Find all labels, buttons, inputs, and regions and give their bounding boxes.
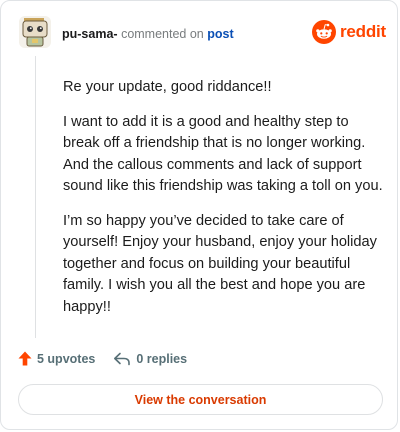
reddit-logo[interactable]: reddit bbox=[312, 20, 386, 44]
comment-body: Re your update, good riddance!! I want t… bbox=[63, 77, 385, 331]
reply-arrow-icon bbox=[114, 352, 131, 365]
post-link[interactable]: post bbox=[207, 27, 233, 41]
replies-count: 0 replies bbox=[136, 351, 188, 366]
reddit-wordmark: reddit bbox=[340, 22, 387, 41]
comment-header: pu-sama- commented on post bbox=[62, 27, 234, 41]
upvote-arrow-icon bbox=[18, 351, 32, 366]
replies-button[interactable]: 0 replies bbox=[113, 352, 187, 366]
snoo-avatar-icon bbox=[19, 16, 51, 48]
view-conversation-button[interactable]: View the conversation bbox=[18, 384, 383, 415]
upvotes-button[interactable]: 5 upvotes bbox=[18, 351, 95, 366]
comment-paragraph: I want to add it is a good and healthy s… bbox=[63, 113, 383, 195]
comment-paragraph: I’m so happy you’ve decided to take care… bbox=[63, 212, 377, 315]
comment-embed-card: pu-sama- commented on post reddit Re you… bbox=[0, 0, 398, 430]
upvotes-count: 5 upvotes bbox=[37, 351, 96, 366]
thread-line[interactable] bbox=[35, 56, 36, 338]
view-conversation-label: View the conversation bbox=[134, 392, 267, 407]
username-link[interactable]: pu-sama- bbox=[62, 27, 118, 41]
reddit-snoo-icon bbox=[312, 20, 336, 44]
commented-on-text: commented on bbox=[121, 27, 204, 41]
comment-paragraph: Re your update, good riddance!! bbox=[63, 79, 272, 95]
user-avatar[interactable] bbox=[19, 16, 51, 48]
comment-actions: 5 upvotes 0 replies bbox=[18, 351, 187, 366]
